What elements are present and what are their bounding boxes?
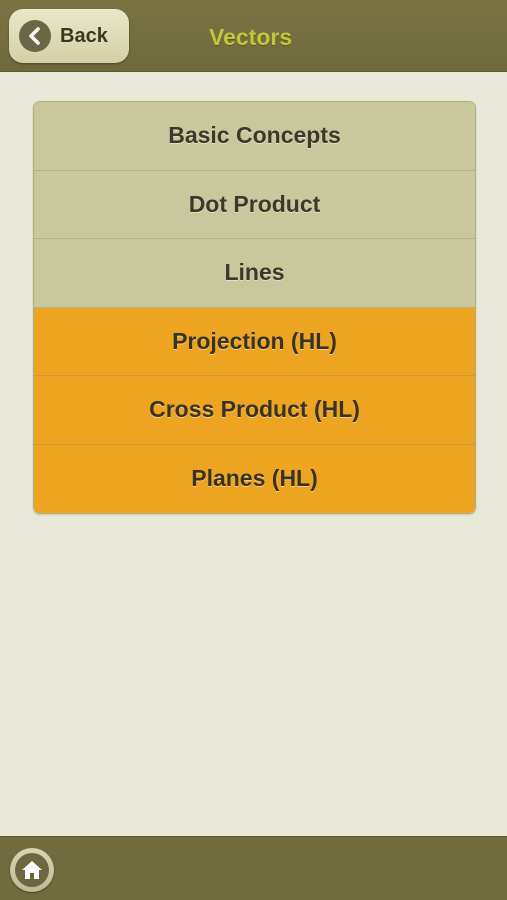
home-button[interactable] xyxy=(10,848,54,892)
topic-menu: Basic Concepts Dot Product Lines Project… xyxy=(33,101,476,514)
menu-item-projection[interactable]: Projection (HL) xyxy=(34,307,475,376)
home-icon xyxy=(15,853,49,887)
back-button[interactable]: Back xyxy=(9,9,129,63)
chevron-left-icon xyxy=(19,20,51,52)
menu-item-dot-product[interactable]: Dot Product xyxy=(34,170,475,239)
menu-item-basic-concepts[interactable]: Basic Concepts xyxy=(34,102,475,171)
footer-bar xyxy=(0,836,507,900)
header-bar: Back Vectors xyxy=(0,0,507,72)
menu-item-cross-product[interactable]: Cross Product (HL) xyxy=(34,376,475,445)
back-label: Back xyxy=(60,24,108,47)
menu-item-lines[interactable]: Lines xyxy=(34,239,475,308)
menu-item-planes[interactable]: Planes (HL) xyxy=(34,444,475,513)
page-title: Vectors xyxy=(209,24,293,50)
